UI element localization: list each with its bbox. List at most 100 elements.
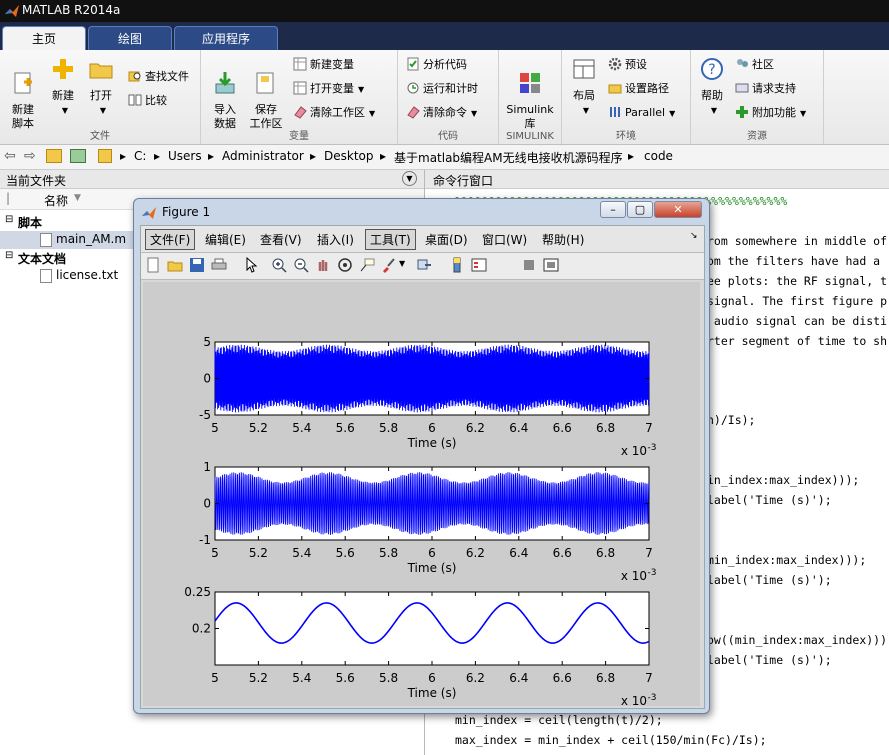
tab-apps[interactable]: 应用程序 (174, 26, 278, 50)
save-icon[interactable] (189, 257, 205, 273)
help-button[interactable]: ? 帮助 ▼ (695, 56, 729, 118)
breadcrumb-item[interactable]: code (644, 149, 673, 163)
clear-commands-button[interactable]: 清除命令 ▼ (406, 104, 477, 122)
analyze-code-button[interactable]: 分析代码 (406, 56, 467, 74)
community-button[interactable]: 社区 (735, 56, 774, 74)
find-files-button[interactable]: 查找文件 (128, 68, 189, 86)
menu-help[interactable]: 帮助(H) (542, 231, 584, 248)
chevron-down-icon[interactable]: ▼ (399, 259, 405, 268)
colorbar-icon[interactable] (449, 257, 465, 273)
code-line: ow((min_index:max_index))) (707, 633, 888, 647)
back-arrow-icon[interactable]: ⇦ (4, 148, 16, 164)
signal-line (214, 344, 650, 413)
pan-icon[interactable] (315, 257, 331, 273)
ribbon-section-file: 新建 脚本 新建 ▼ 打开 ▼ 查找文件 比较 文件 (0, 50, 201, 144)
print-icon[interactable] (211, 257, 227, 273)
link-plot-icon[interactable] (417, 257, 433, 273)
breadcrumb-item[interactable]: 基于matlab编程AM无线电接收机源码程序 (394, 149, 623, 166)
plots-svg[interactable]: 5 5.2 5.4 5.6 5.8 6 6.2 6.4 6.6 6.8 7 5 0 -5 Time (s) x… (143, 282, 700, 708)
menu-view[interactable]: 查看(V) (260, 231, 302, 248)
menu-edit[interactable]: 编辑(E) (205, 231, 246, 248)
help-label: 帮助 (701, 89, 723, 102)
run-and-time-button[interactable]: 运行和计时 (406, 80, 478, 98)
new-plus-icon (53, 59, 73, 79)
breadcrumb-item[interactable]: Desktop (324, 149, 374, 163)
ribbon-section-variable: 导入 数据 保存 工作区 新建变量 打开变量 ▼ 清除工作区 ▼ 变量 (201, 50, 398, 144)
new-figure-icon[interactable] (145, 257, 161, 273)
variable-section-caption: 变量 (289, 131, 309, 142)
panel-menu-icon[interactable]: ▼ (402, 171, 417, 186)
request-support-button[interactable]: 请求支持 (735, 80, 796, 98)
figure-client-area: 文件(F) 编辑(E) 查看(V) 插入(I) 工具(T) 桌面(D) 窗口(W… (140, 225, 705, 709)
save-workspace-label: 保存 工作区 (249, 103, 283, 130)
new-button[interactable]: 新建 ▼ (46, 56, 80, 118)
x-tick-label: 6.2 (466, 671, 485, 685)
collapse-icon[interactable]: ⊟ (5, 250, 13, 261)
new-script-button[interactable]: 新建 脚本 (4, 56, 42, 131)
code-line: rter segment of time to sh (707, 334, 888, 348)
chevron-down-icon: ▼ (800, 109, 807, 118)
import-data-button[interactable]: 导入 数据 (207, 56, 243, 131)
file-name: license.txt (56, 268, 119, 282)
menu-file[interactable]: 文件(F) (145, 229, 196, 250)
compare-button[interactable]: 比较 (128, 92, 167, 110)
browse-folder-icon[interactable] (70, 149, 86, 163)
compare-icon (128, 94, 142, 106)
open-button[interactable]: 打开 ▼ (84, 56, 118, 118)
breadcrumb-item[interactable]: Administrator (222, 149, 304, 163)
menu-tools[interactable]: 工具(T) (365, 229, 416, 250)
parallel-button[interactable]: Parallel ▼ (608, 104, 675, 122)
forward-arrow-icon[interactable]: ⇨ (24, 148, 36, 164)
menu-insert[interactable]: 插入(I) (317, 231, 354, 248)
up-folder-icon[interactable] (46, 149, 62, 163)
x-tick-label: 5.2 (249, 546, 268, 560)
hide-plot-tools-icon[interactable] (521, 257, 537, 273)
add-ons-button[interactable]: 附加功能 ▼ (735, 104, 806, 122)
code-line: n)/Is); (707, 413, 756, 427)
x-tick-label: 6.8 (596, 546, 615, 560)
zoom-in-icon[interactable] (271, 257, 287, 273)
tab-home[interactable]: 主页 (2, 26, 86, 50)
data-cursor-icon[interactable] (359, 257, 375, 273)
name-column-header[interactable]: 名称 (44, 192, 68, 209)
preferences-button[interactable]: 预设 (608, 56, 647, 74)
clear-workspace-button[interactable]: 清除工作区 ▼ (293, 104, 375, 122)
simulink-library-button[interactable]: Simulink 库 (503, 56, 557, 131)
x-tick-label: 5.4 (292, 671, 311, 685)
layout-button[interactable]: 布局 ▼ (566, 56, 602, 118)
file-name: main_AM.m (56, 232, 127, 246)
x-axis-label: Time (s) (407, 686, 457, 700)
ribbon-section-environment: 布局 ▼ 预设 设置路径 Parallel ▼ 环境 (562, 50, 691, 144)
x-exponent-power: -3 (648, 443, 657, 453)
figure-window[interactable]: Figure 1 – ▢ ✕ 文件(F) 编辑(E) 查看(V) 插入(I) 工… (133, 198, 710, 714)
new-variable-button[interactable]: 新建变量 (293, 56, 354, 74)
collapse-icon[interactable]: ⊟ (5, 214, 13, 225)
set-path-button[interactable]: 设置路径 (608, 80, 669, 98)
group-label: 脚本 (18, 216, 43, 230)
breadcrumb-separator: ▸ (310, 149, 317, 163)
menu-window[interactable]: 窗口(W) (482, 231, 527, 248)
open-variable-button[interactable]: 打开变量 ▼ (293, 80, 364, 98)
save-workspace-button[interactable]: 保存 工作区 (245, 56, 287, 131)
minimize-button[interactable]: – (600, 201, 626, 218)
zoom-out-icon[interactable] (293, 257, 309, 273)
x-tick-label: 6.4 (509, 671, 528, 685)
legend-icon[interactable] (471, 257, 487, 273)
tab-plots[interactable]: 绘图 (88, 26, 172, 50)
breadcrumb-item[interactable]: C: (134, 149, 146, 163)
figure-menu-bar: 文件(F) 编辑(E) 查看(V) 插入(I) 工具(T) 桌面(D) 窗口(W… (141, 226, 704, 253)
show-plot-tools-icon[interactable] (543, 257, 559, 273)
close-button[interactable]: ✕ (654, 201, 702, 218)
x-tick-label: 5.8 (379, 421, 398, 435)
new-label: 新建 (52, 89, 74, 102)
y-tick-label: 0 (203, 372, 211, 386)
open-file-icon[interactable] (167, 257, 183, 273)
resources-section-caption: 资源 (747, 131, 767, 142)
dock-arrow-icon[interactable]: ↘ (690, 231, 698, 241)
breadcrumb-item[interactable]: Users (168, 149, 202, 163)
rotate-3d-icon[interactable] (337, 257, 353, 273)
menu-desktop[interactable]: 桌面(D) (425, 231, 468, 248)
maximize-button[interactable]: ▢ (627, 201, 653, 218)
pointer-icon[interactable] (243, 257, 259, 273)
brush-icon[interactable] (381, 257, 397, 273)
